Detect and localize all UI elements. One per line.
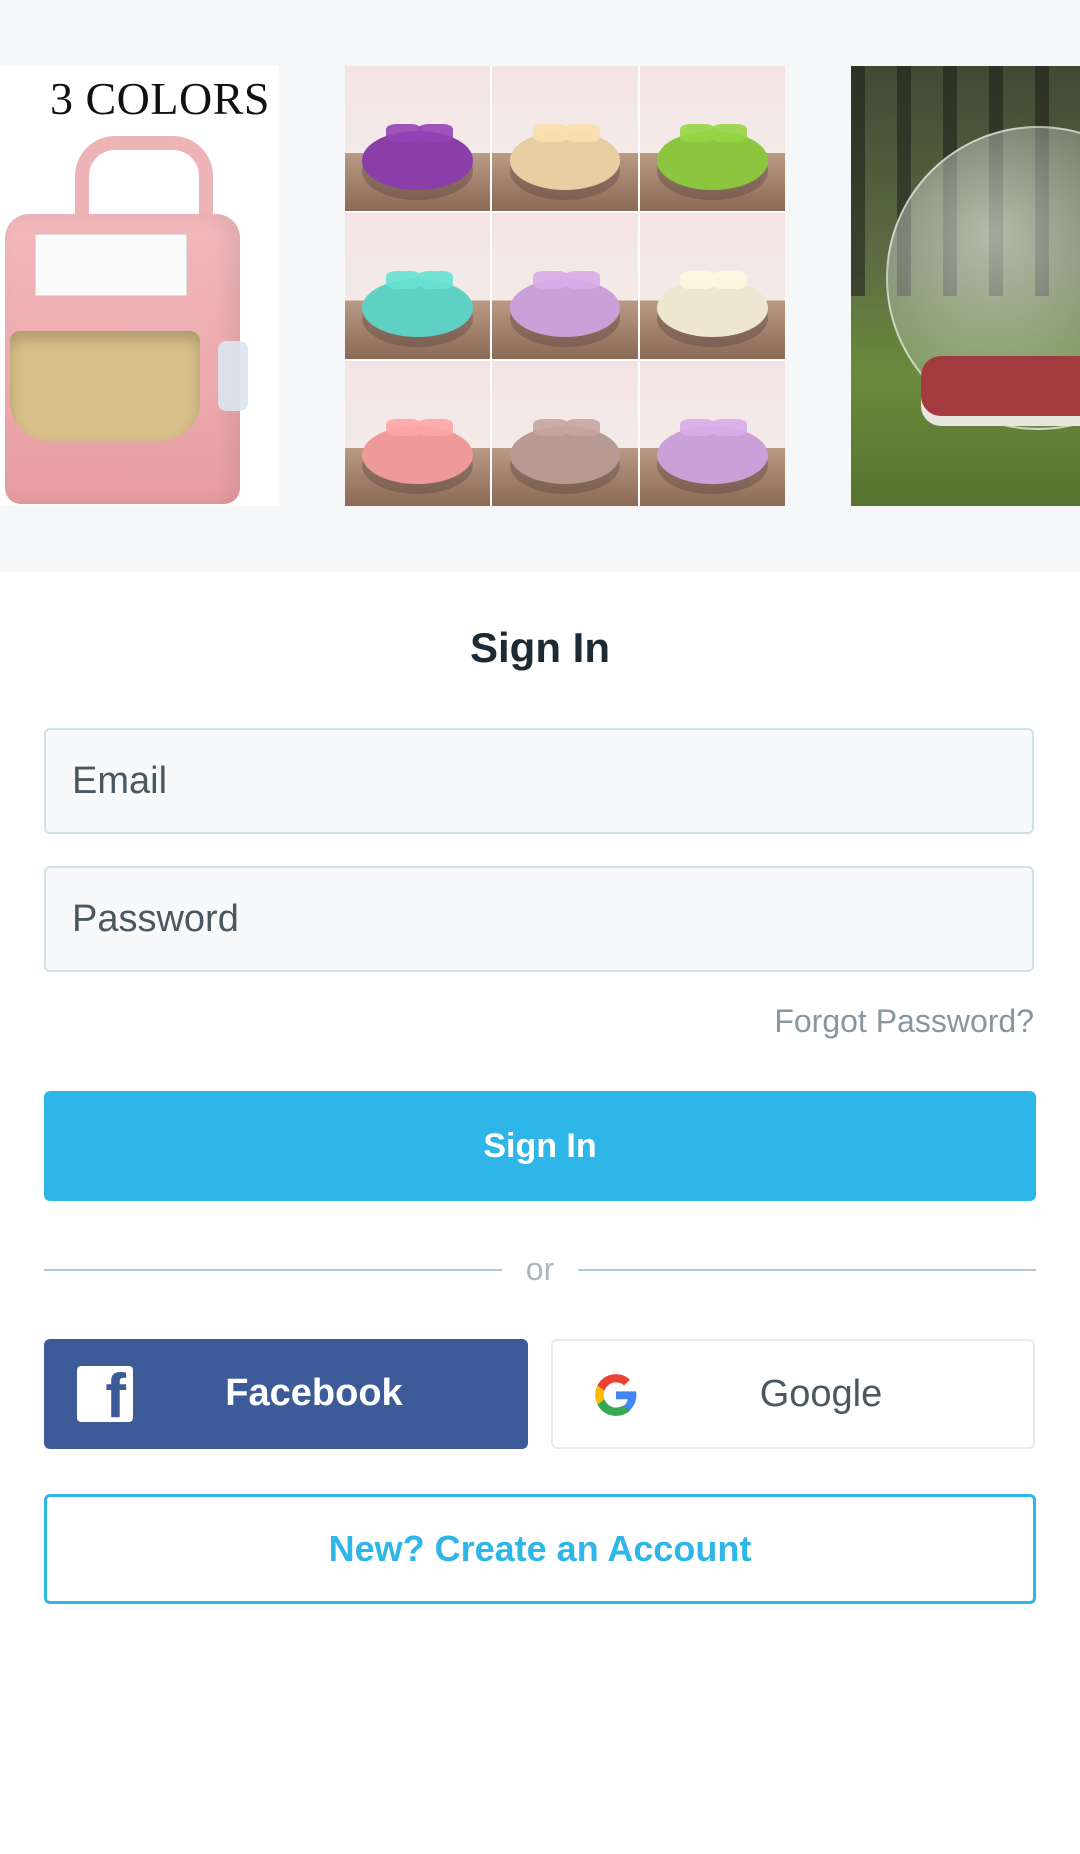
pillow-graphic [533,124,568,142]
bed-tile [639,66,785,212]
pillow-graphic [385,271,421,289]
facebook-button-label: Facebook [225,1372,403,1414]
password-field[interactable] [44,866,1034,972]
bed-tile [492,213,638,359]
bed-tile [345,213,491,359]
bed-tile [639,360,785,506]
sign-in-button[interactable]: Sign In [44,1091,1036,1201]
pillow-graphic [712,124,748,142]
divider-line-right [578,1269,1036,1271]
backpack-pocket-graphic [10,331,200,441]
pillow-graphic [564,124,600,142]
page-title: Sign In [470,624,610,671]
carousel-slide-round-beds[interactable] [345,66,785,506]
pillow-graphic [417,124,453,142]
pillow-graphic [680,124,716,142]
bed-tile [492,66,638,212]
bed-tile [345,66,491,212]
round-bed-graphic [362,426,473,485]
facebook-login-button[interactable]: f Facebook [44,1339,528,1449]
pillow-graphic [564,418,600,437]
google-button-label: Google [759,1373,883,1415]
google-login-button[interactable]: Google [551,1339,1035,1449]
forgot-password-link[interactable]: Forgot Password? [774,1003,1034,1040]
backpack-paper-graphic [35,234,187,296]
bed-image-grid [345,66,785,506]
pillow-graphic [417,418,453,437]
pillow-graphic [417,271,453,289]
pillow-graphic [564,271,600,289]
round-bed-graphic [657,426,768,485]
pillow-graphic [680,418,716,437]
pillow-graphic [533,271,568,289]
bubble-bed-graphic [921,356,1080,416]
slide-caption: 3 COLORS [50,73,270,124]
round-bed-graphic [657,278,768,337]
bed-tile [492,360,638,506]
bottle-graphic [218,341,248,411]
pillow-graphic [385,418,421,437]
pillow-graphic [385,124,421,142]
pillow-graphic [712,271,748,289]
bed-tile [639,213,785,359]
pillow-graphic [712,418,748,437]
bed-tile [345,360,491,506]
divider-line-left [44,1269,502,1271]
email-field[interactable] [44,728,1034,834]
pillow-graphic [680,271,716,289]
divider-or-label: or [525,1251,555,1287]
create-account-button[interactable]: New? Create an Account [44,1494,1036,1604]
carousel-slide-bubble-tent[interactable] [851,66,1080,506]
round-bed-graphic [509,426,621,485]
carousel-slide-backpack[interactable]: 3 COLORS [0,66,279,506]
pillow-graphic [533,418,568,437]
product-carousel[interactable]: 3 COLORS [0,0,1080,572]
